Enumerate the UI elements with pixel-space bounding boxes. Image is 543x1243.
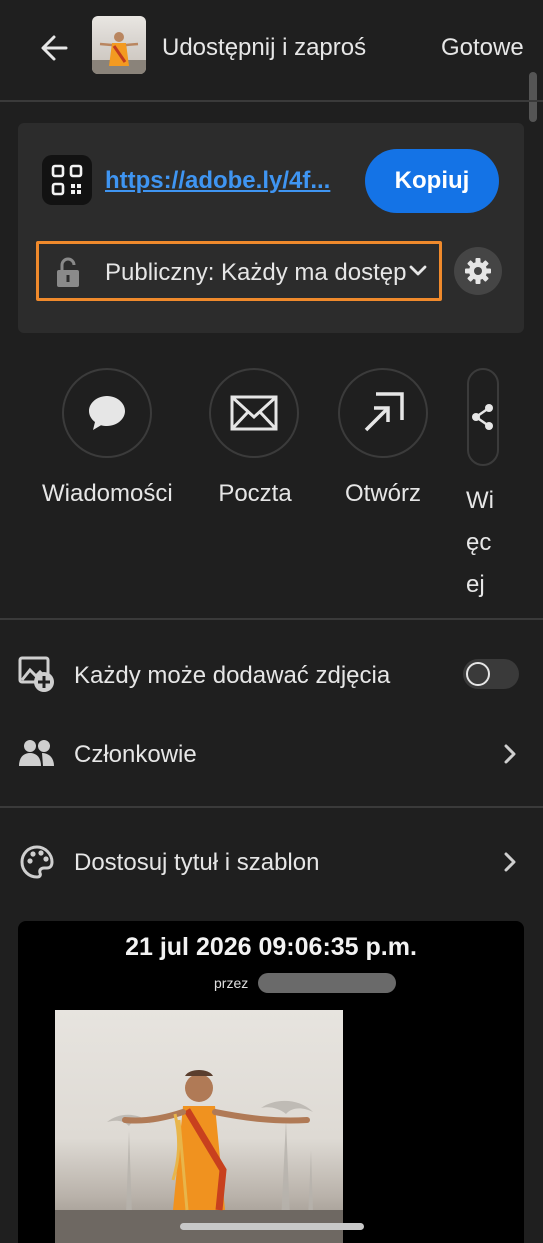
- palette-icon: [20, 845, 54, 879]
- mail-button[interactable]: [209, 368, 299, 458]
- link-settings-button[interactable]: [454, 247, 502, 295]
- chevron-down-icon: [409, 265, 427, 276]
- members-icon: [19, 740, 54, 766]
- gear-icon: [465, 258, 491, 284]
- messages-label: Wiadomości: [42, 480, 173, 507]
- preview-by-label: przez: [214, 975, 249, 991]
- scrollbar[interactable]: [529, 72, 537, 122]
- page-title: Udostępnij i zaproś: [162, 34, 367, 61]
- add-photos-toggle[interactable]: [463, 659, 519, 689]
- customize-label[interactable]: Dostosuj tytuł i szablon: [74, 849, 319, 877]
- messages-button[interactable]: [62, 368, 152, 458]
- redacted-author-name: [258, 973, 396, 993]
- header-divider: [0, 100, 543, 102]
- members-label[interactable]: Członkowie: [74, 741, 197, 769]
- add-photos-label: Każdy może dodawać zdjęcia: [74, 662, 391, 689]
- back-arrow-icon[interactable]: [36, 30, 72, 66]
- share-icon: [472, 404, 493, 430]
- chevron-right-icon[interactable]: [503, 851, 517, 873]
- mail-icon: [230, 395, 278, 431]
- section-divider-2: [0, 806, 543, 808]
- add-photo-icon: [18, 656, 54, 692]
- share-link-card: https://adobe.ly/4f... Kopiuj Publiczny:…: [18, 123, 524, 333]
- preview-date: 21 jul 2026 09:06:35 p.m.: [125, 933, 417, 961]
- more-button[interactable]: [467, 368, 499, 466]
- header-bar: Udostępnij i zaproś Gotowe: [0, 0, 543, 100]
- more-label: Wi ęc ej: [466, 487, 494, 598]
- speech-bubble-icon: [89, 396, 125, 430]
- album-thumbnail: [92, 16, 146, 74]
- open-in-label: Otwórz: [344, 480, 421, 507]
- home-indicator[interactable]: [180, 1223, 364, 1230]
- access-label: Publiczny: Każdy ma dostęp: [105, 259, 407, 286]
- open-in-button[interactable]: [338, 368, 428, 458]
- open-in-icon: [364, 392, 404, 432]
- qr-code-icon[interactable]: [42, 155, 92, 205]
- preview-photo: [55, 1010, 343, 1243]
- mail-label: Poczta: [218, 480, 292, 507]
- done-button[interactable]: Gotowe: [441, 34, 524, 62]
- unlock-icon: [57, 257, 79, 287]
- share-link[interactable]: https://adobe.ly/4f...: [105, 167, 330, 195]
- album-preview[interactable]: 21 jul 2026 09:06:35 p.m. przez: [18, 921, 524, 1243]
- chevron-right-icon[interactable]: [503, 743, 517, 765]
- section-divider: [0, 618, 543, 620]
- copy-button[interactable]: Kopiuj: [365, 149, 499, 213]
- access-dropdown[interactable]: Publiczny: Każdy ma dostęp: [36, 241, 442, 301]
